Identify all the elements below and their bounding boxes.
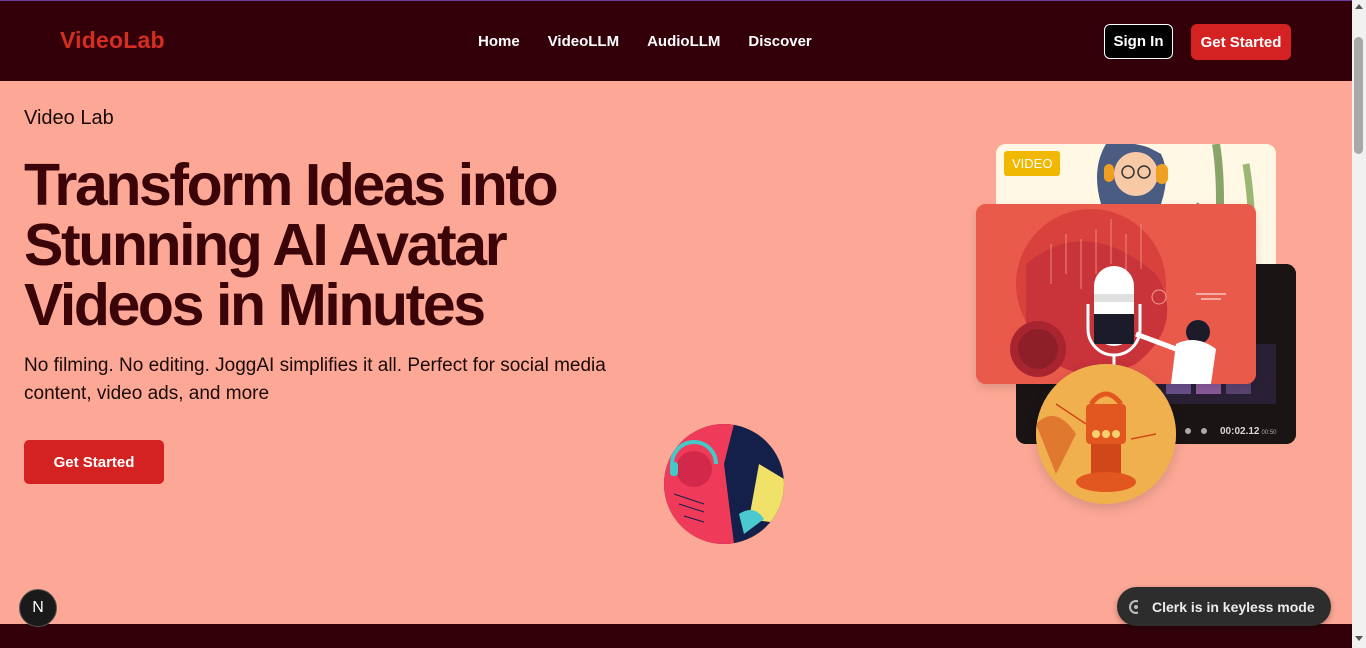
robot-illustration-circle bbox=[1036, 364, 1176, 504]
nav-get-started-button[interactable]: Get Started bbox=[1191, 24, 1291, 60]
podcast-illustration-circle bbox=[664, 424, 784, 544]
microphone-illustration bbox=[976, 204, 1256, 384]
hero-eyebrow: Video Lab bbox=[24, 107, 114, 129]
timecode-current: 00:02.12 bbox=[1220, 426, 1260, 437]
robot-illustration bbox=[1036, 364, 1176, 504]
footer-strip bbox=[0, 624, 1352, 648]
main-nav: Home VideoLLM AudioLLM Discover bbox=[478, 33, 812, 50]
scroll-down-arrow-icon[interactable] bbox=[1355, 636, 1363, 641]
hero-title-line-2: Stunning AI Avatar bbox=[24, 212, 508, 278]
video-badge: VIDEO bbox=[1004, 151, 1061, 176]
logo[interactable]: VideoLab bbox=[60, 27, 165, 54]
scroll-up-arrow-icon[interactable] bbox=[1355, 4, 1363, 9]
clerk-keyless-banner[interactable]: Clerk is in keyless mode bbox=[1117, 587, 1331, 626]
timecode: 00:02.12 00:50 bbox=[1220, 426, 1277, 437]
hero-title-line-1: Transform Ideas into bbox=[24, 152, 559, 218]
podcast-card bbox=[976, 204, 1256, 384]
nav-link-discover[interactable]: Discover bbox=[748, 33, 811, 50]
top-navbar: VideoLab Home VideoLLM AudioLLM Discover… bbox=[0, 1, 1352, 81]
nav-link-audiollm[interactable]: AudioLLM bbox=[647, 33, 720, 50]
scrollbar-thumb[interactable] bbox=[1354, 37, 1363, 154]
clerk-banner-text: Clerk is in keyless mode bbox=[1152, 598, 1315, 615]
hero-get-started-button[interactable]: Get Started bbox=[24, 440, 164, 484]
hero-title-line-3: Videos in Minutes bbox=[24, 272, 486, 338]
hero-title: Transform Ideas into Stunning AI Avatar … bbox=[24, 155, 644, 335]
hero-subtitle: No filming. No editing. JoggAI simplifie… bbox=[24, 355, 606, 404]
nav-link-videollm[interactable]: VideoLLM bbox=[548, 33, 619, 50]
podcast-illustration bbox=[664, 424, 784, 544]
timecode-total: 00:50 bbox=[1261, 430, 1277, 436]
clerk-icon bbox=[1129, 599, 1143, 614]
nextjs-icon[interactable]: N bbox=[19, 589, 57, 627]
nav-link-home[interactable]: Home bbox=[478, 33, 520, 50]
sign-in-button[interactable]: Sign In bbox=[1104, 24, 1173, 59]
